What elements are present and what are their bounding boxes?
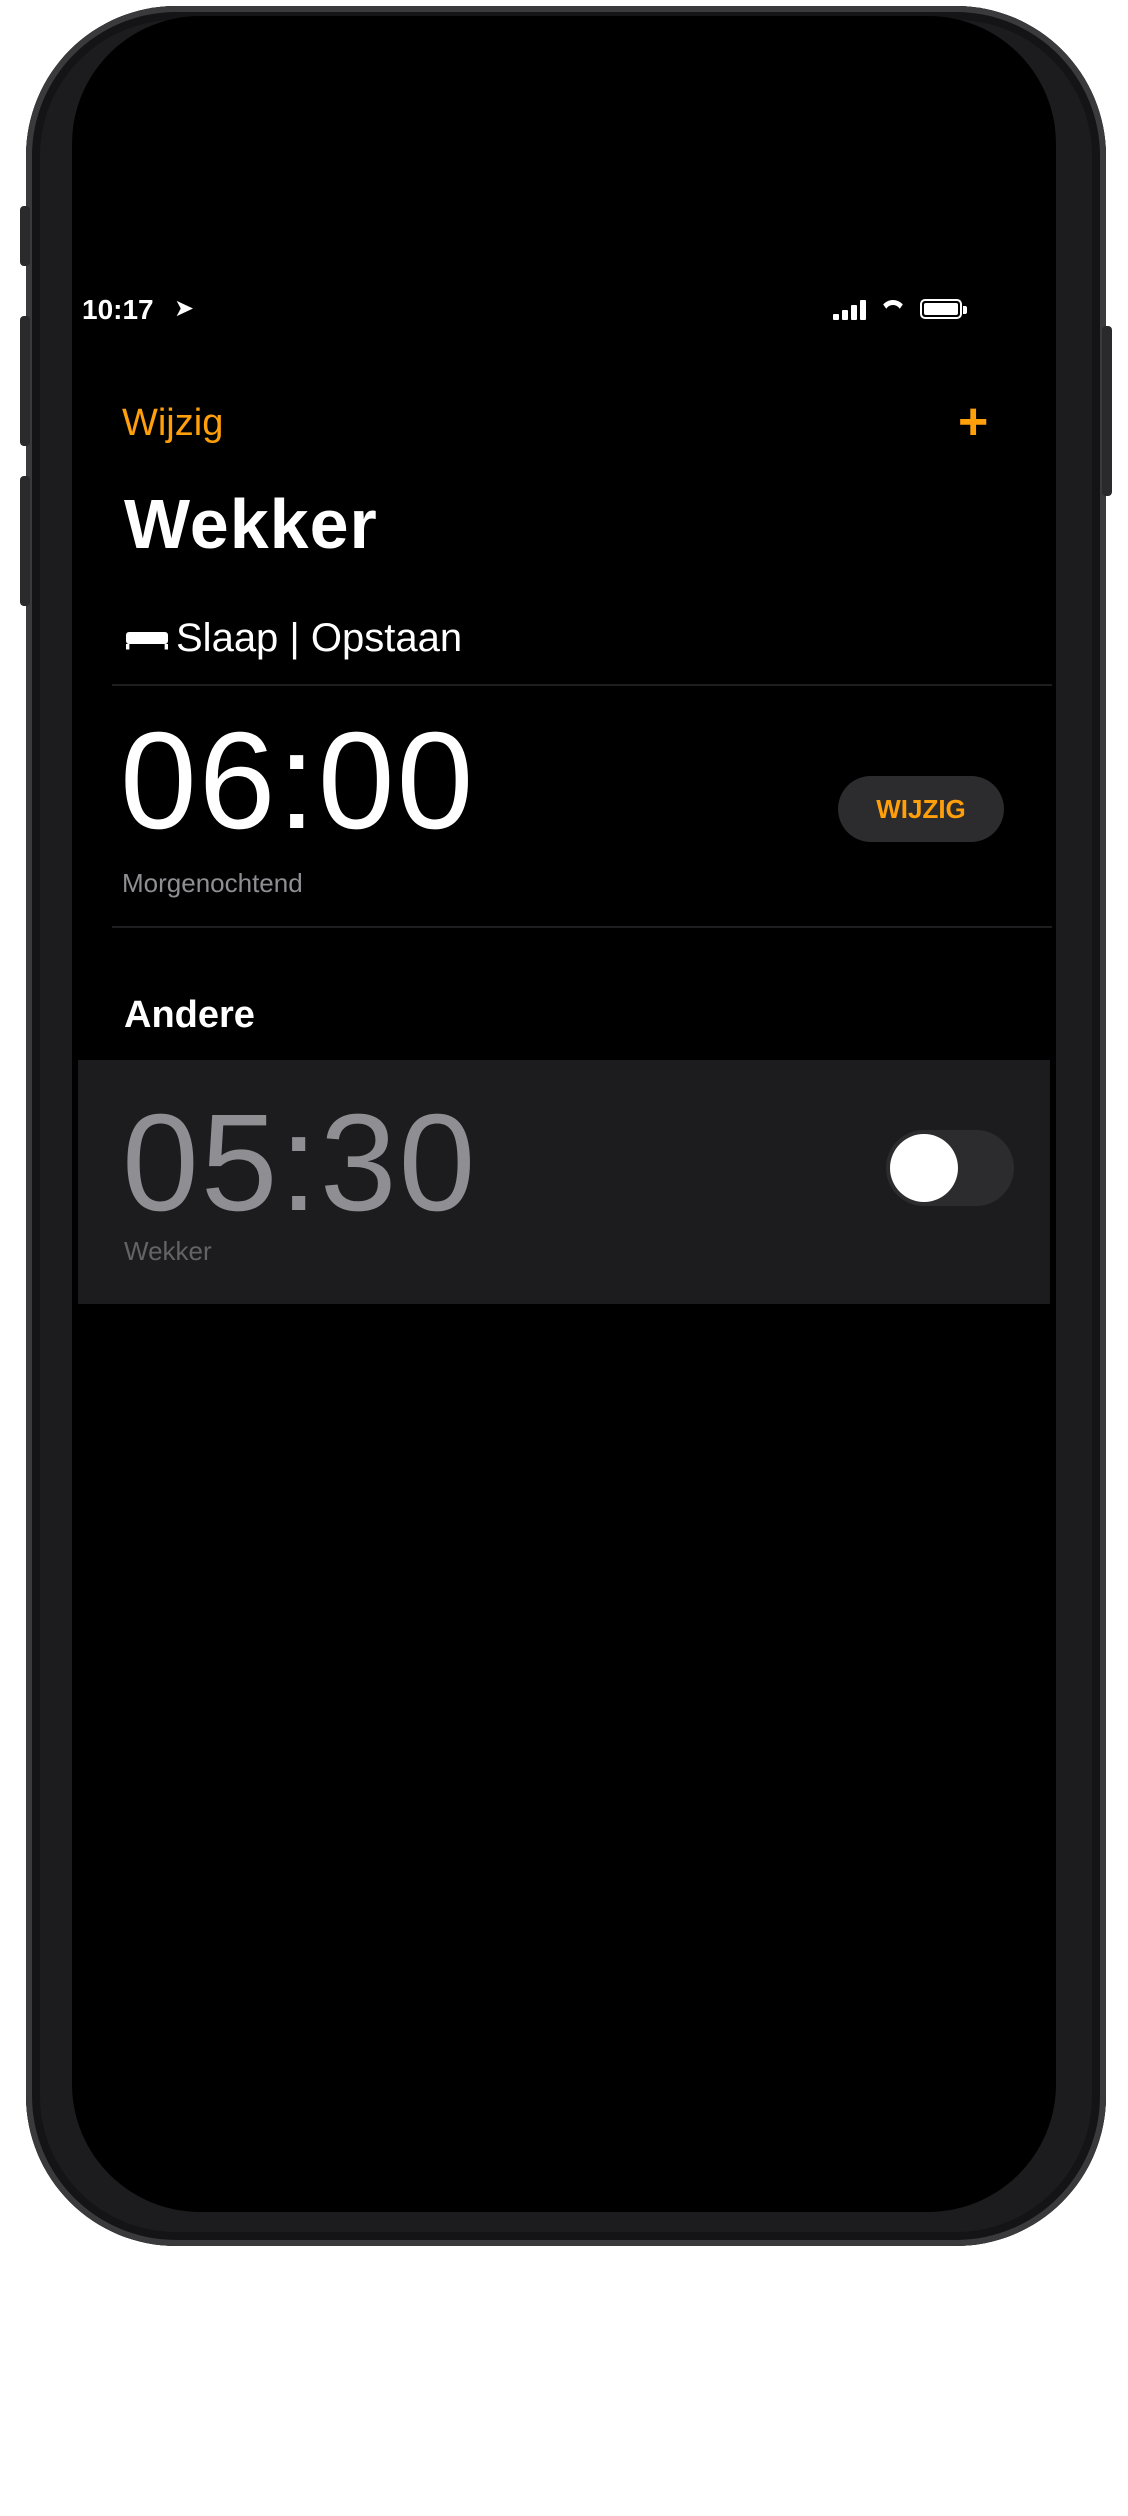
wifi-icon: [880, 300, 906, 318]
cellular-signal-icon: [833, 298, 866, 320]
edit-button[interactable]: Wijzig: [122, 402, 223, 445]
sleep-alarm-subtitle: Morgenochtend: [122, 868, 303, 898]
volume-down-button: [20, 476, 30, 606]
alarm-label: Wekker: [124, 1236, 212, 1266]
power-button: [1102, 326, 1112, 496]
status-time: 10:17: [82, 294, 154, 325]
alarm-row[interactable]: 05:30 Wekker: [78, 1060, 1050, 1304]
location-arrow-icon: ➤: [174, 295, 195, 322]
toggle-knob: [890, 1134, 958, 1202]
sleep-alarm-time[interactable]: 06:00: [120, 706, 475, 856]
divider: [112, 926, 1052, 928]
divider: [112, 684, 1052, 686]
volume-up-button: [20, 316, 30, 446]
silent-switch: [20, 206, 30, 266]
page-title: Wekker: [124, 485, 378, 563]
status-icons: [833, 298, 967, 320]
bed-icon: [126, 626, 168, 652]
status-bar: 10:17 ➤: [82, 294, 967, 334]
sleep-section-header: Slaap | Opstaan: [126, 616, 462, 661]
alarm-toggle[interactable]: [886, 1130, 1014, 1206]
battery-icon: [920, 299, 967, 319]
other-section-header: Andere: [124, 994, 255, 1036]
sleep-section-label: Slaap | Opstaan: [176, 616, 463, 660]
change-sleep-button[interactable]: WIJZIG: [838, 776, 1004, 842]
add-alarm-button[interactable]: +: [958, 396, 988, 448]
alarm-time: 05:30: [122, 1086, 478, 1240]
